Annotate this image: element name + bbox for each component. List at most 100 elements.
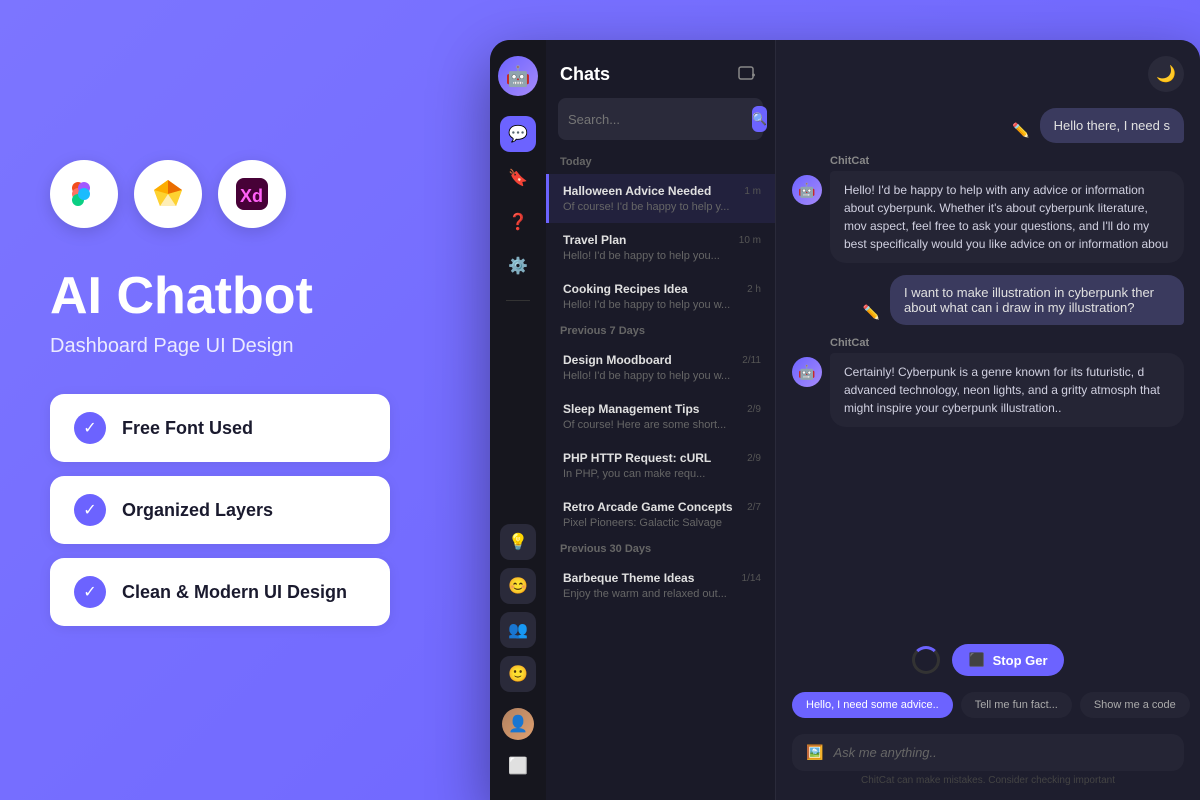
bot-name-2: ChitCat	[830, 337, 1184, 349]
sidebar-emoji-icon[interactable]: 🙂	[500, 656, 536, 692]
chat-preview-retro: Pixel Pioneers: Galactic Salvage	[563, 517, 761, 529]
chat-name-cooking: Cooking Recipes Idea	[563, 282, 688, 296]
main-container: Xd AI Chatbot Dashboard Page UI Design ✓…	[0, 0, 1200, 800]
chat-name-retro: Retro Arcade Game Concepts	[563, 500, 733, 514]
sidebar-bulb-icon[interactable]: 💡	[500, 524, 536, 560]
search-input[interactable]	[568, 112, 744, 127]
xd-icon: Xd	[218, 160, 286, 228]
chat-name-php: PHP HTTP Request: cURL	[563, 451, 711, 465]
chat-name-design: Design Moodboard	[563, 353, 672, 367]
chat-item-php[interactable]: PHP HTTP Request: cURL 2/9 In PHP, you c…	[546, 441, 775, 490]
sidebar-settings-icon[interactable]: ⚙️	[500, 248, 536, 284]
chat-preview-sleep: Of course! Here are some short...	[563, 419, 761, 431]
bot-avatar-1: 🤖	[792, 175, 822, 205]
stop-gen-label: Stop Ger	[993, 653, 1048, 668]
chat-time-retro: 2/7	[747, 502, 761, 513]
tool-icons: Xd	[50, 160, 286, 228]
feature-badge-3: ✓ Clean & Modern UI Design	[50, 558, 390, 626]
chat-preview-halloween: Of course! I'd be happy to help y...	[563, 201, 761, 213]
chat-top-bar: 🌙	[776, 40, 1200, 92]
chat-preview-bbq: Enjoy the warm and relaxed out...	[563, 588, 761, 600]
feature-label-2: Organized Layers	[122, 500, 273, 521]
prev30-label: Previous 30 Days	[546, 539, 775, 561]
bot-message-content-2: ChitCat Certainly! Cyberpunk is a genre …	[830, 337, 1184, 427]
chat-time-cooking: 2 h	[747, 284, 761, 295]
bot-message-content-1: ChitCat Hello! I'd be happy to help with…	[830, 155, 1184, 263]
app-window: 🤖 💬 🔖 ❓ ⚙️ 💡 😊 👥 🙂 👤 ⬜	[490, 40, 1200, 800]
chat-preview-php: In PHP, you can make requ...	[563, 468, 761, 480]
figma-icon	[50, 160, 118, 228]
bot-message-1: Hello! I'd be happy to help with any adv…	[830, 171, 1184, 263]
edit-icon-2[interactable]: ✏️	[863, 304, 880, 325]
chat-preview-cooking: Hello! I'd be happy to help you w...	[563, 299, 761, 311]
chat-list-panel: Chats 🔍 Today	[546, 40, 776, 800]
sketch-icon	[134, 160, 202, 228]
bot-avatar-2: 🤖	[792, 357, 822, 387]
sidebar-user-avatar[interactable]: 👤	[502, 708, 534, 740]
chat-time-halloween: 1 m	[744, 186, 761, 197]
edit-icon-1[interactable]: ✏️	[1012, 122, 1029, 143]
stop-gen-row: ⬛ Stop Ger	[776, 636, 1200, 684]
chat-main: 🌙 ✏️ Hello there, I need s 🤖 ChitCat Hel…	[776, 40, 1200, 800]
chat-item-retro[interactable]: Retro Arcade Game Concepts 2/7 Pixel Pio…	[546, 490, 775, 539]
feature-badge-1: ✓ Free Font Used	[50, 394, 390, 462]
chat-preview-travel: Hello! I'd be happy to help you...	[563, 250, 761, 262]
chat-name-sleep: Sleep Management Tips	[563, 402, 699, 416]
check-icon-3: ✓	[74, 576, 106, 608]
feature-label-3: Clean & Modern UI Design	[122, 582, 347, 603]
feature-badge-2: ✓ Organized Layers	[50, 476, 390, 544]
quick-action-fact[interactable]: Tell me fun fact...	[961, 692, 1072, 718]
chat-input-placeholder: Ask me anything..	[833, 745, 1170, 760]
prev7-label: Previous 7 Days	[546, 321, 775, 343]
chat-name-bbq: Barbeque Theme Ideas	[563, 571, 694, 585]
search-button[interactable]: 🔍	[752, 106, 767, 132]
chat-item-cooking[interactable]: Cooking Recipes Idea 2 h Hello! I'd be h…	[546, 272, 775, 321]
user-message-2: I want to make illustration in cyberpunk…	[890, 275, 1184, 325]
chat-messages: ✏️ Hello there, I need s 🤖 ChitCat Hello…	[776, 92, 1200, 636]
sidebar-bottom: 💡 😊 👥 🙂 👤 ⬜	[500, 524, 536, 800]
dark-mode-button[interactable]: 🌙	[1148, 56, 1184, 92]
left-panel: Xd AI Chatbot Dashboard Page UI Design ✓…	[0, 0, 460, 800]
chat-list-header: Chats	[546, 40, 775, 98]
chat-list-title: Chats	[560, 64, 610, 85]
chat-time-travel: 10 m	[739, 235, 761, 246]
sidebar-panel-icon[interactable]: ⬜	[500, 748, 536, 784]
bot-logo: 🤖	[498, 56, 538, 96]
chat-item-bbq[interactable]: Barbeque Theme Ideas 1/14 Enjoy the warm…	[546, 561, 775, 610]
main-title: AI Chatbot	[50, 268, 313, 325]
quick-action-advice[interactable]: Hello, I need some advice..	[792, 692, 953, 718]
chat-name-halloween: Halloween Advice Needed	[563, 184, 711, 198]
attachment-icon[interactable]: 🖼️	[806, 744, 823, 761]
today-label: Today	[546, 152, 775, 174]
quick-actions: Hello, I need some advice.. Tell me fun …	[776, 684, 1200, 726]
chat-item-halloween[interactable]: Halloween Advice Needed 1 m Of course! I…	[546, 174, 775, 223]
bot-message-row-2: 🤖 ChitCat Certainly! Cyberpunk is a genr…	[792, 337, 1184, 427]
sidebar-face-icon[interactable]: 😊	[500, 568, 536, 604]
chat-item-travel[interactable]: Travel Plan 10 m Hello! I'd be happy to …	[546, 223, 775, 272]
disclaimer-text: ChitCat can make mistakes. Consider chec…	[792, 771, 1184, 794]
chat-item-sleep[interactable]: Sleep Management Tips 2/9 Of course! Her…	[546, 392, 775, 441]
chat-item-design[interactable]: Design Moodboard 2/11 Hello! I'd be happ…	[546, 343, 775, 392]
quick-action-code[interactable]: Show me a code	[1080, 692, 1190, 718]
bot-message-row-1: 🤖 ChitCat Hello! I'd be happy to help wi…	[792, 155, 1184, 263]
chat-list-scroll[interactable]: Today Halloween Advice Needed 1 m Of cou…	[546, 152, 775, 800]
user-message-row-1: ✏️ Hello there, I need s	[792, 108, 1184, 143]
chat-input-area: 🖼️ Ask me anything.. ChitCat can make mi…	[776, 726, 1200, 800]
check-icon-2: ✓	[74, 494, 106, 526]
sidebar-group-icon[interactable]: 👥	[500, 612, 536, 648]
sidebar-divider	[506, 300, 530, 301]
check-icon-1: ✓	[74, 412, 106, 444]
new-chat-button[interactable]	[733, 60, 761, 88]
sidebar-chat-icon[interactable]: 💬	[500, 116, 536, 152]
chat-time-php: 2/9	[747, 453, 761, 464]
search-bar: 🔍	[558, 98, 763, 140]
stop-gen-button[interactable]: ⬛ Stop Ger	[952, 644, 1063, 676]
app-mockup: 🤖 💬 🔖 ❓ ⚙️ 💡 😊 👥 🙂 👤 ⬜	[460, 0, 1200, 800]
bot-message-2: Certainly! Cyberpunk is a genre known fo…	[830, 353, 1184, 427]
sidebar-bookmark-icon[interactable]: 🔖	[500, 160, 536, 196]
chat-time-design: 2/11	[742, 355, 761, 366]
chat-time-bbq: 1/14	[742, 573, 761, 584]
sidebar-help-icon[interactable]: ❓	[500, 204, 536, 240]
chat-input-box[interactable]: 🖼️ Ask me anything..	[792, 734, 1184, 771]
chat-time-sleep: 2/9	[747, 404, 761, 415]
